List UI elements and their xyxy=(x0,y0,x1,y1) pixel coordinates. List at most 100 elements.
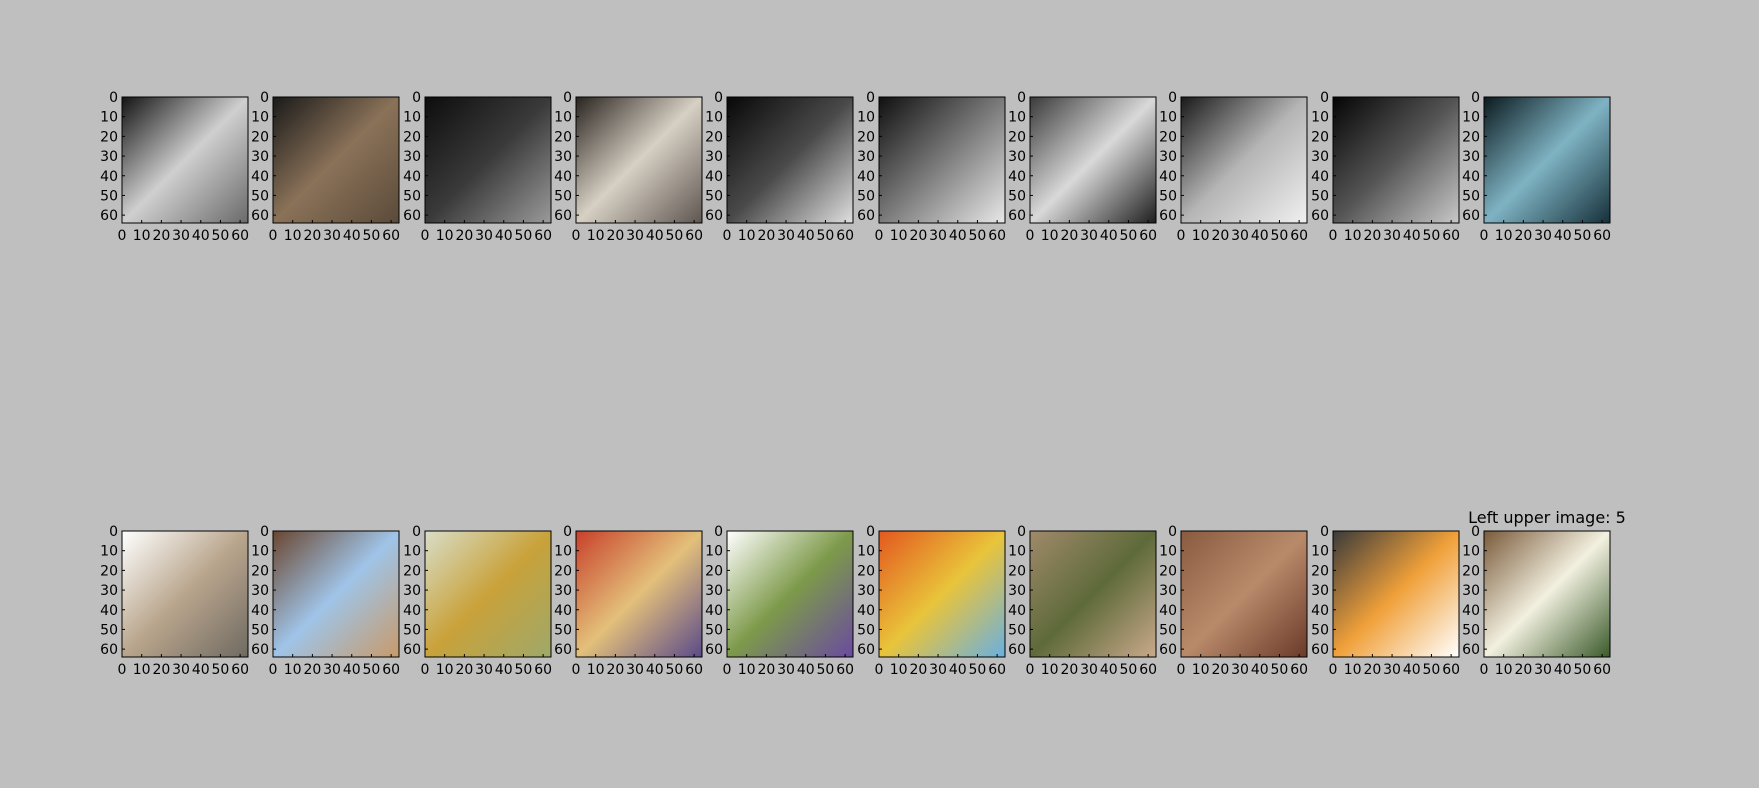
x-tick-label: 30 xyxy=(777,662,795,678)
x-tick-label: 40 xyxy=(192,662,210,678)
x-tick-label: 10 xyxy=(738,228,756,244)
x-tick-label: 20 xyxy=(1514,662,1532,678)
y-tick-label: 40 xyxy=(1008,603,1026,619)
y-tick-label: 10 xyxy=(1008,544,1026,560)
x-tick-label: 0 xyxy=(723,662,732,678)
image-panel: 01020304050600 10 20 30 40 50 60 xyxy=(1159,524,1308,678)
image-thumbnail xyxy=(1333,97,1459,223)
x-tick-label: 60 xyxy=(836,228,854,244)
x-tick-label: 50 xyxy=(1574,662,1592,678)
x-tick-label: 0 xyxy=(875,662,884,678)
x-tick-label: 10 xyxy=(890,662,908,678)
y-tick-label: 0 xyxy=(1017,524,1026,540)
x-tick-label: 60 xyxy=(382,662,400,678)
y-tick-label: 40 xyxy=(1159,603,1177,619)
y-tick-label: 10 xyxy=(554,544,572,560)
image-panel: 01020304050600 10 20 30 40 50 60 xyxy=(857,524,1006,678)
x-tick-label: 20 xyxy=(757,228,775,244)
y-tick-label: 30 xyxy=(857,583,875,599)
y-tick-label: 20 xyxy=(554,129,572,145)
x-tick-label: 0 xyxy=(421,228,430,244)
y-tick-label: 40 xyxy=(1462,169,1480,185)
image-panel: 01020304050600 10 20 30 40 50 60 xyxy=(1462,524,1611,678)
y-tick-label: 20 xyxy=(857,563,875,579)
x-tick-label: 60 xyxy=(836,662,854,678)
image-panel: 01020304050600 10 20 30 40 50 60 xyxy=(1159,90,1308,244)
image-thumbnail xyxy=(425,97,551,223)
x-tick-label: 40 xyxy=(949,662,967,678)
x-tick-label: 0 xyxy=(572,662,581,678)
image-thumbnail xyxy=(879,97,1005,223)
x-tick-label: 0 xyxy=(1026,662,1035,678)
y-tick-label: 60 xyxy=(1462,642,1480,658)
y-tick-label: 60 xyxy=(554,642,572,658)
x-tick-label: 20 xyxy=(455,228,473,244)
image-thumbnail xyxy=(1181,97,1307,223)
x-tick-label: 20 xyxy=(757,662,775,678)
y-tick-label: 40 xyxy=(403,169,421,185)
x-tick-label: 50 xyxy=(515,228,533,244)
image-panel: 01020304050600 10 20 30 40 50 60 xyxy=(857,90,1006,244)
image-panel: 01020304050600 10 20 30 40 50 60 xyxy=(251,90,400,244)
x-tick-label: 40 xyxy=(1403,662,1421,678)
x-tick-label: 50 xyxy=(1423,228,1441,244)
x-tick-label: 60 xyxy=(1290,228,1308,244)
y-tick-label: 10 xyxy=(403,110,421,126)
y-tick-label: 60 xyxy=(100,208,118,224)
y-tick-label: 50 xyxy=(1159,622,1177,638)
y-tick-label: 0 xyxy=(260,90,269,106)
x-tick-label: 0 xyxy=(1480,228,1489,244)
y-tick-label: 10 xyxy=(705,544,723,560)
x-tick-label: 10 xyxy=(1344,662,1362,678)
y-tick-label: 60 xyxy=(1311,208,1329,224)
image-thumbnail xyxy=(1484,531,1610,657)
y-tick-label: 50 xyxy=(857,188,875,204)
y-tick-label: 20 xyxy=(1311,129,1329,145)
x-tick-label: 10 xyxy=(284,662,302,678)
x-tick-label: 60 xyxy=(1290,662,1308,678)
x-tick-label: 0 xyxy=(1480,662,1489,678)
y-tick-label: 40 xyxy=(100,603,118,619)
x-tick-label: 40 xyxy=(1100,228,1118,244)
y-tick-label: 0 xyxy=(1471,90,1480,106)
y-tick-label: 30 xyxy=(100,149,118,165)
y-tick-label: 50 xyxy=(705,188,723,204)
y-tick-label: 10 xyxy=(1311,544,1329,560)
x-tick-label: 50 xyxy=(1574,228,1592,244)
y-tick-label: 0 xyxy=(109,524,118,540)
y-tick-label: 20 xyxy=(403,129,421,145)
y-tick-label: 50 xyxy=(1159,188,1177,204)
y-tick-label: 50 xyxy=(857,622,875,638)
y-tick-label: 40 xyxy=(857,169,875,185)
x-tick-label: 30 xyxy=(929,228,947,244)
x-tick-label: 50 xyxy=(212,228,230,244)
x-tick-label: 30 xyxy=(172,228,190,244)
x-tick-label: 0 xyxy=(572,228,581,244)
image-panel: 01020304050600 10 20 30 40 50 60 xyxy=(1008,90,1157,244)
x-tick-label: 50 xyxy=(1271,228,1289,244)
y-tick-label: 0 xyxy=(563,524,572,540)
x-tick-label: 20 xyxy=(1363,228,1381,244)
x-tick-label: 40 xyxy=(1100,662,1118,678)
x-tick-label: 10 xyxy=(133,228,151,244)
x-tick-label: 30 xyxy=(323,228,341,244)
x-tick-label: 0 xyxy=(118,228,127,244)
y-tick-label: 50 xyxy=(1462,622,1480,638)
y-tick-label: 20 xyxy=(554,563,572,579)
x-tick-label: 60 xyxy=(534,228,552,244)
y-tick-label: 30 xyxy=(1311,149,1329,165)
image-thumbnail xyxy=(879,531,1005,657)
y-tick-label: 50 xyxy=(1008,622,1026,638)
y-tick-label: 10 xyxy=(251,110,269,126)
x-tick-label: 10 xyxy=(587,662,605,678)
x-tick-label: 30 xyxy=(1383,662,1401,678)
image-thumbnail xyxy=(122,97,248,223)
image-thumbnail xyxy=(1030,531,1156,657)
x-tick-label: 40 xyxy=(797,228,815,244)
y-tick-label: 50 xyxy=(251,622,269,638)
x-tick-label: 30 xyxy=(1080,228,1098,244)
x-tick-label: 40 xyxy=(1554,662,1572,678)
y-tick-label: 60 xyxy=(100,642,118,658)
x-tick-label: 10 xyxy=(1041,228,1059,244)
y-tick-label: 10 xyxy=(1311,110,1329,126)
